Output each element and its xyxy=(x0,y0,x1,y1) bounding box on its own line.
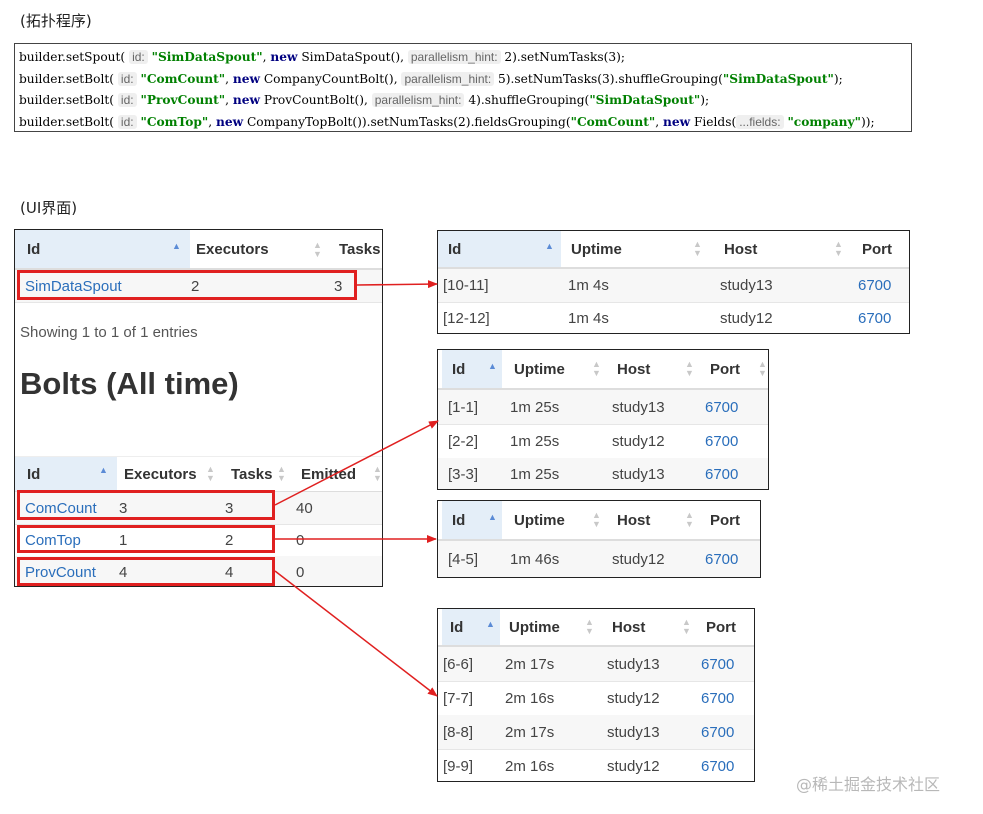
watermark: @稀土掘金技术社区 xyxy=(796,775,941,794)
arrow-provcount xyxy=(274,570,438,697)
arrow-spout xyxy=(356,280,438,289)
connector-arrows xyxy=(274,280,439,697)
arrow-comcount xyxy=(274,420,439,506)
